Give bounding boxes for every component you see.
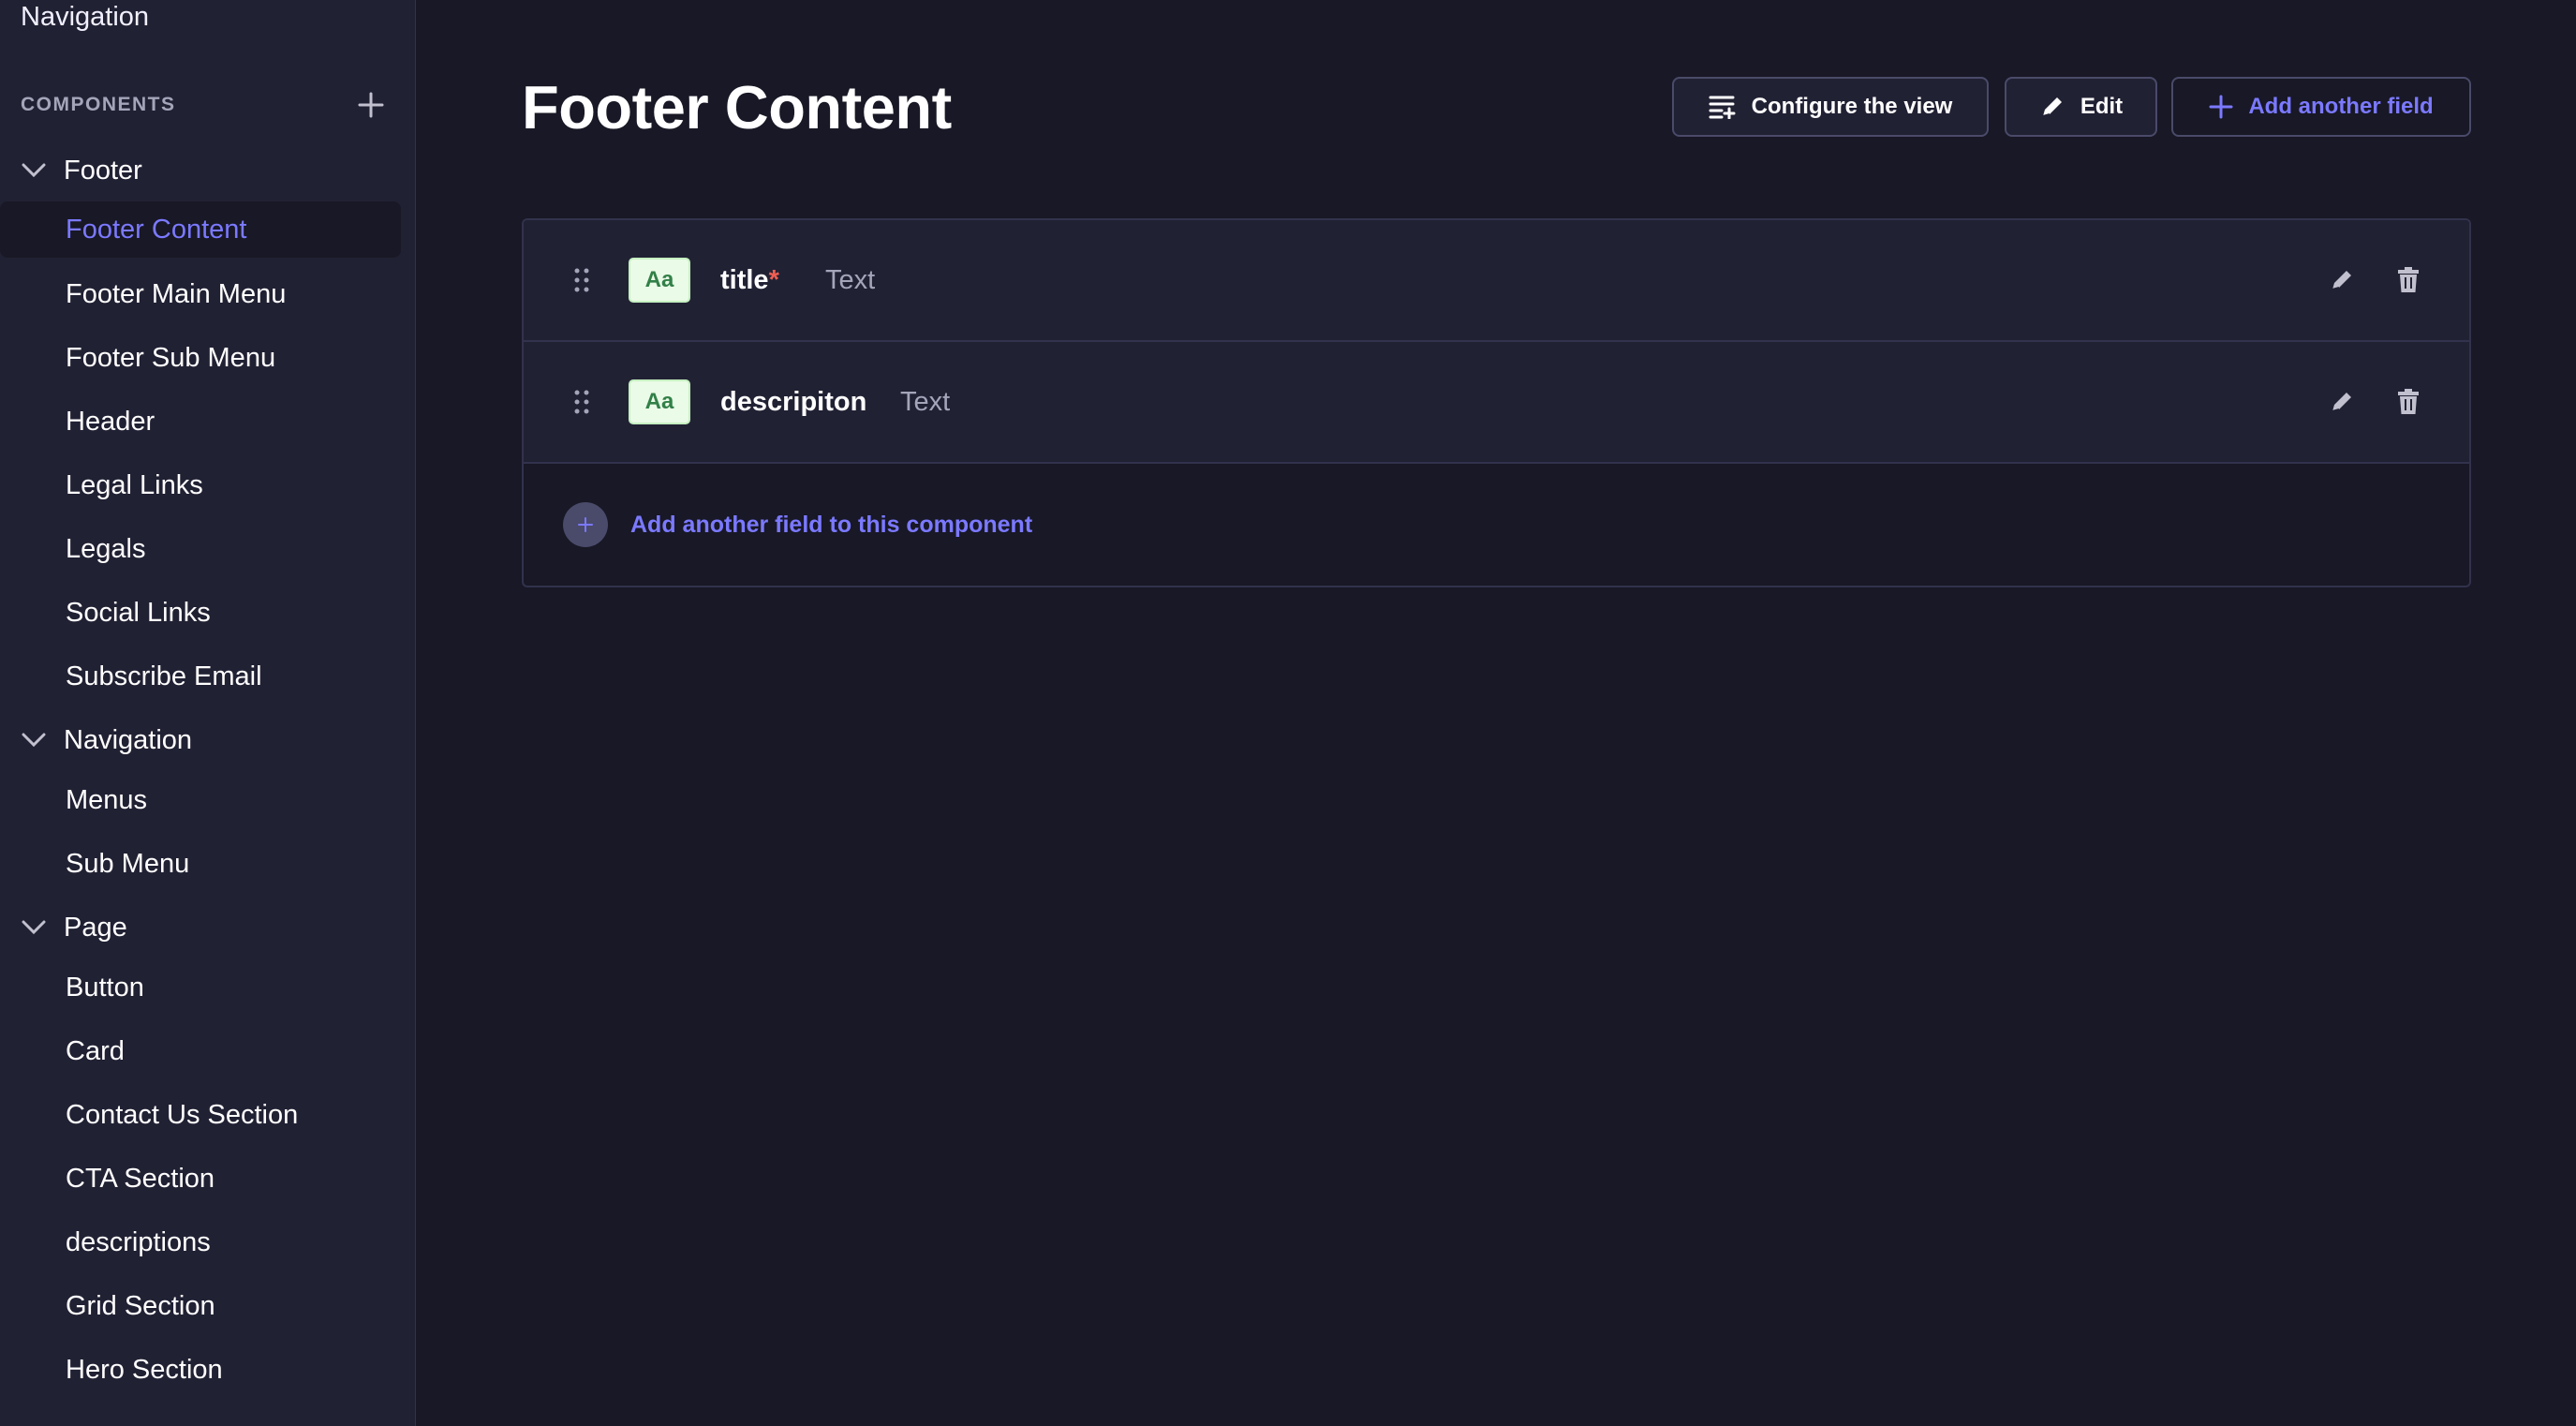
- sidebar-item-cta-section[interactable]: CTA Section: [0, 1151, 401, 1207]
- delete-field-button[interactable]: [2390, 383, 2427, 421]
- edit-field-button[interactable]: [2323, 261, 2361, 299]
- field-name: title*: [720, 265, 779, 296]
- group-navigation[interactable]: Navigation: [0, 712, 401, 768]
- pencil-icon: [2332, 393, 2351, 412]
- field-name-text: descripiton: [720, 386, 867, 417]
- sidebar-top-label[interactable]: Navigation: [21, 0, 149, 34]
- delete-field-button[interactable]: [2390, 261, 2427, 299]
- sidebar-item-grid-section[interactable]: Grid Section: [0, 1278, 401, 1334]
- sidebar-item-hero-section[interactable]: Hero Section: [0, 1342, 401, 1398]
- sidebar-item-header[interactable]: Header: [0, 394, 401, 450]
- group-page[interactable]: Page: [0, 899, 401, 956]
- add-field-to-component-button[interactable]: Add another field to this component: [524, 464, 2469, 586]
- field-type: Text: [825, 264, 876, 295]
- add-another-field-label: Add another field: [2248, 94, 2434, 119]
- pencil-icon: [2039, 94, 2065, 120]
- chevron-down-icon: [21, 157, 47, 184]
- trash-icon: [2398, 267, 2419, 292]
- field-row-title: Aa title* Text: [524, 220, 2469, 342]
- page-title: Footer Content: [522, 73, 952, 141]
- field-type: Text: [900, 386, 951, 417]
- sidebar-item-legal-links[interactable]: Legal Links: [0, 457, 401, 513]
- required-marker: *: [768, 264, 779, 295]
- list-settings-icon: [1709, 95, 1737, 119]
- field-row-descripiton: Aa descripiton Text: [524, 342, 2469, 464]
- sidebar-item-descriptions[interactable]: descriptions: [0, 1214, 401, 1270]
- chevron-down-icon: [21, 727, 47, 753]
- field-name-text: title: [720, 264, 769, 295]
- sidebar-item-subscribe-email[interactable]: Subscribe Email: [0, 648, 401, 705]
- trash-icon: [2398, 389, 2419, 414]
- group-label: Footer: [64, 155, 142, 186]
- group-label: Page: [64, 912, 127, 943]
- drag-handle-icon[interactable]: [570, 266, 593, 294]
- group-label: Navigation: [64, 724, 193, 755]
- plus-icon: [358, 92, 384, 118]
- edit-field-button[interactable]: [2323, 383, 2361, 421]
- pencil-icon: [2332, 271, 2351, 290]
- configure-view-label: Configure the view: [1751, 94, 1953, 119]
- sidebar-item-footer-main-menu[interactable]: Footer Main Menu: [0, 266, 401, 322]
- components-label: COMPONENTS: [21, 94, 176, 115]
- chevron-down-icon: [21, 914, 47, 941]
- sidebar-item-sub-menu[interactable]: Sub Menu: [0, 836, 401, 892]
- sidebar: Navigation COMPONENTS Footer Footer Cont…: [0, 0, 416, 1426]
- sidebar-item-footer-sub-menu[interactable]: Footer Sub Menu: [0, 330, 401, 386]
- sidebar-item-legals[interactable]: Legals: [0, 521, 401, 577]
- sidebar-item-footer-content[interactable]: Footer Content: [0, 201, 401, 258]
- sidebar-item-card[interactable]: Card: [0, 1023, 401, 1079]
- add-field-to-component-label: Add another field to this component: [630, 511, 1033, 538]
- sidebar-item-social-links[interactable]: Social Links: [0, 585, 401, 641]
- text-type-icon: Aa: [629, 258, 690, 303]
- drag-handle-icon[interactable]: [570, 388, 593, 416]
- plus-icon: [563, 502, 608, 547]
- plus-icon: [2209, 95, 2233, 119]
- group-footer[interactable]: Footer: [0, 142, 401, 199]
- edit-label: Edit: [2080, 94, 2124, 119]
- sidebar-item-menus[interactable]: Menus: [0, 772, 401, 828]
- edit-button[interactable]: Edit: [2005, 77, 2157, 137]
- fields-list: Aa title* Text Aa descripiton Text Add a…: [522, 218, 2471, 587]
- configure-view-button[interactable]: Configure the view: [1672, 77, 1989, 137]
- field-name: descripiton: [720, 387, 866, 418]
- components-heading: COMPONENTS: [21, 90, 386, 120]
- text-type-icon: Aa: [629, 379, 690, 424]
- sidebar-item-contact-us-section[interactable]: Contact Us Section: [0, 1087, 401, 1143]
- add-component-button[interactable]: [356, 90, 386, 120]
- add-another-field-button[interactable]: Add another field: [2171, 77, 2471, 137]
- sidebar-item-button[interactable]: Button: [0, 959, 401, 1016]
